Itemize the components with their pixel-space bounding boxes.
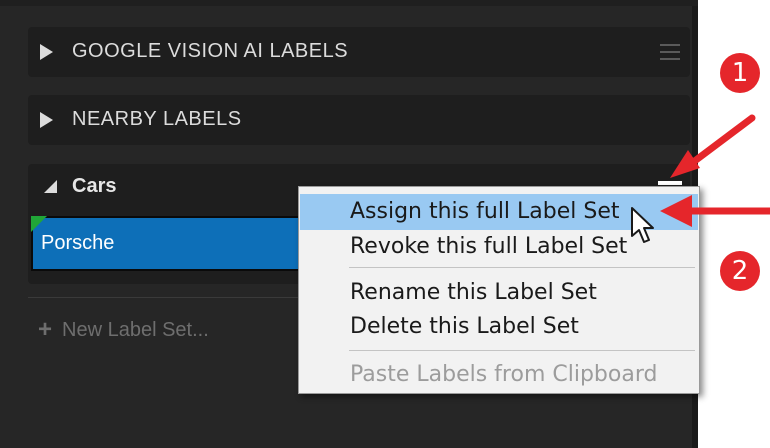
- callout-arrows: [660, 114, 770, 227]
- callout-badge-2: 2: [720, 251, 760, 291]
- arrow-to-menu-icon: [670, 114, 756, 178]
- arrow-to-assign-item: [660, 195, 770, 227]
- callout-badge-1: 1: [720, 53, 760, 93]
